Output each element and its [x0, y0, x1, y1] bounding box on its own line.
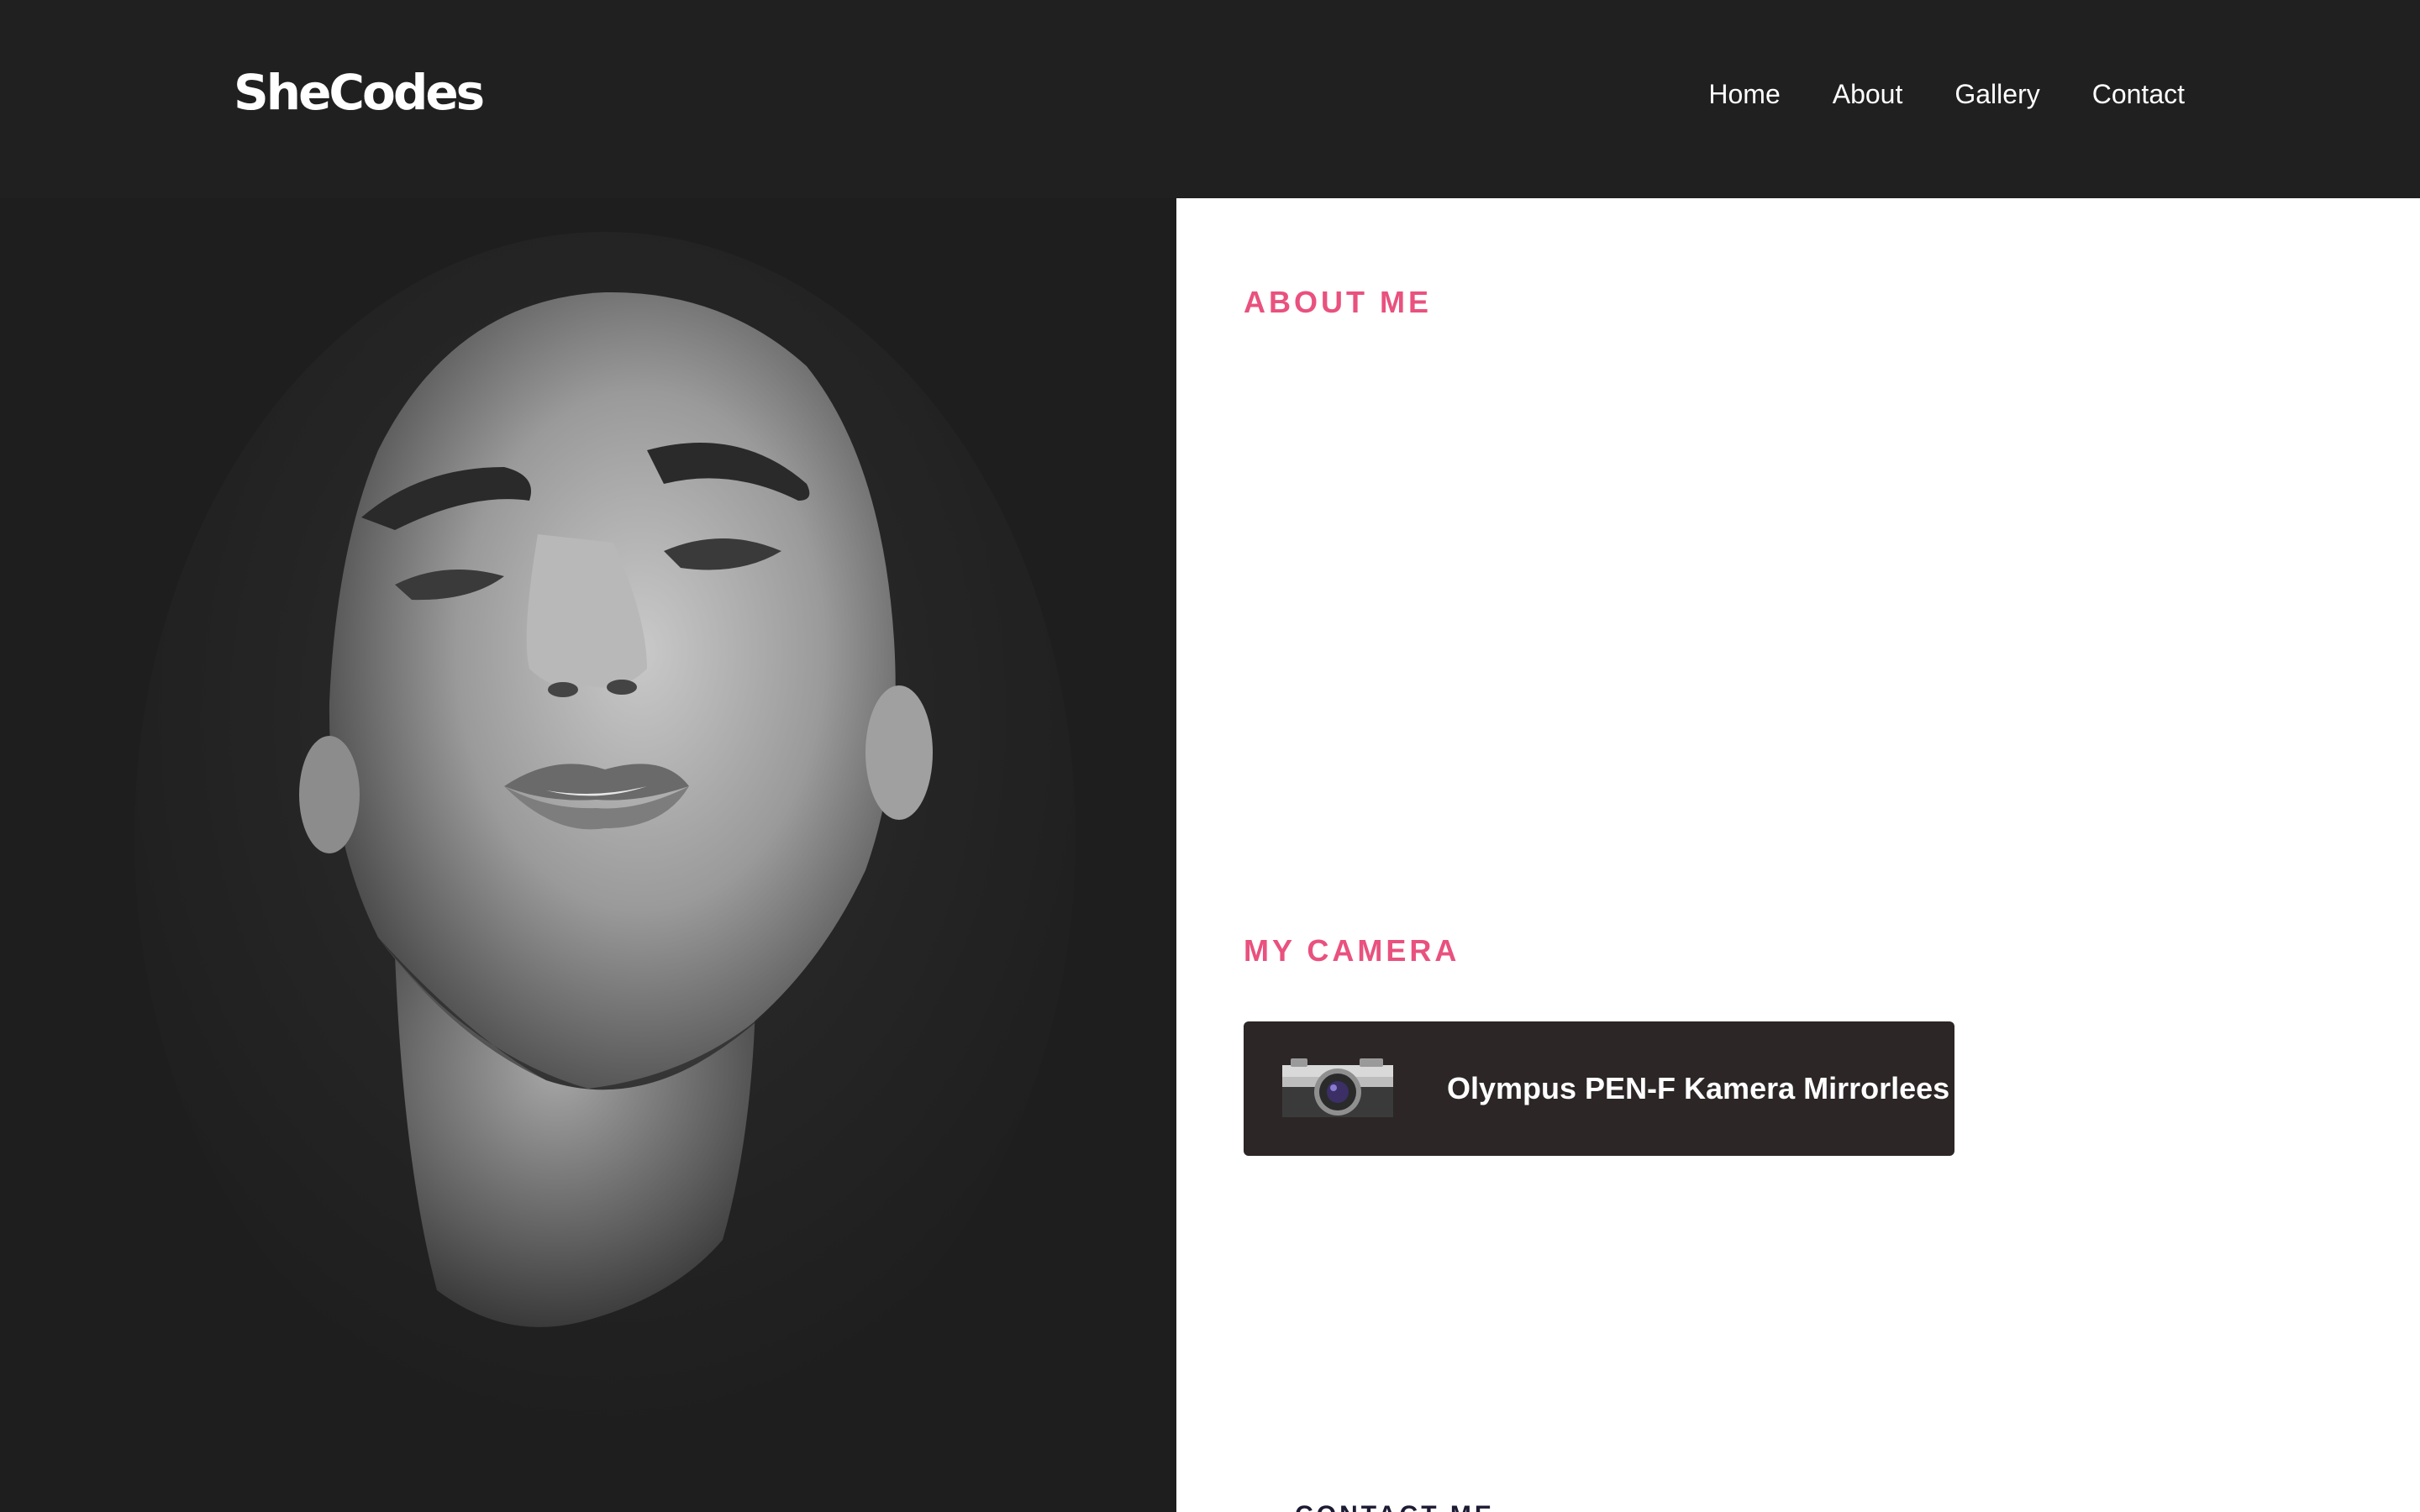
my-camera-heading: MY CAMERA — [1244, 933, 1460, 968]
nav-link-about[interactable]: About — [1833, 74, 1903, 114]
nav-link-contact[interactable]: Contact — [2092, 74, 2185, 114]
site-logo[interactable]: SheCodes — [234, 59, 485, 126]
page: SheCodes Home About Gallery Contact ABOU… — [0, 0, 2420, 1512]
site-header: SheCodes Home About Gallery Contact — [0, 0, 2420, 198]
contact-me-button[interactable]: CONTACT ME — [1244, 1475, 1546, 1512]
nav-link-home[interactable]: Home — [1708, 74, 1780, 114]
content-panel: ABOUT ME MY CAMERA Olympus PEN-F Kamera … — [1176, 198, 2420, 1512]
main-nav: Home About Gallery Contact — [1708, 74, 2185, 114]
camera-icon — [1282, 1058, 1393, 1117]
nav-link-gallery[interactable]: Gallery — [1954, 74, 2039, 114]
portrait-photo — [0, 198, 1176, 1512]
camera-card[interactable]: Olympus PEN-F Kamera Mirrorlees — [1244, 1021, 1954, 1156]
camera-name: Olympus PEN-F Kamera Mirrorlees — [1447, 1071, 1950, 1105]
portrait-illustration — [0, 198, 1176, 1512]
about-me-heading: ABOUT ME — [1244, 285, 1432, 319]
